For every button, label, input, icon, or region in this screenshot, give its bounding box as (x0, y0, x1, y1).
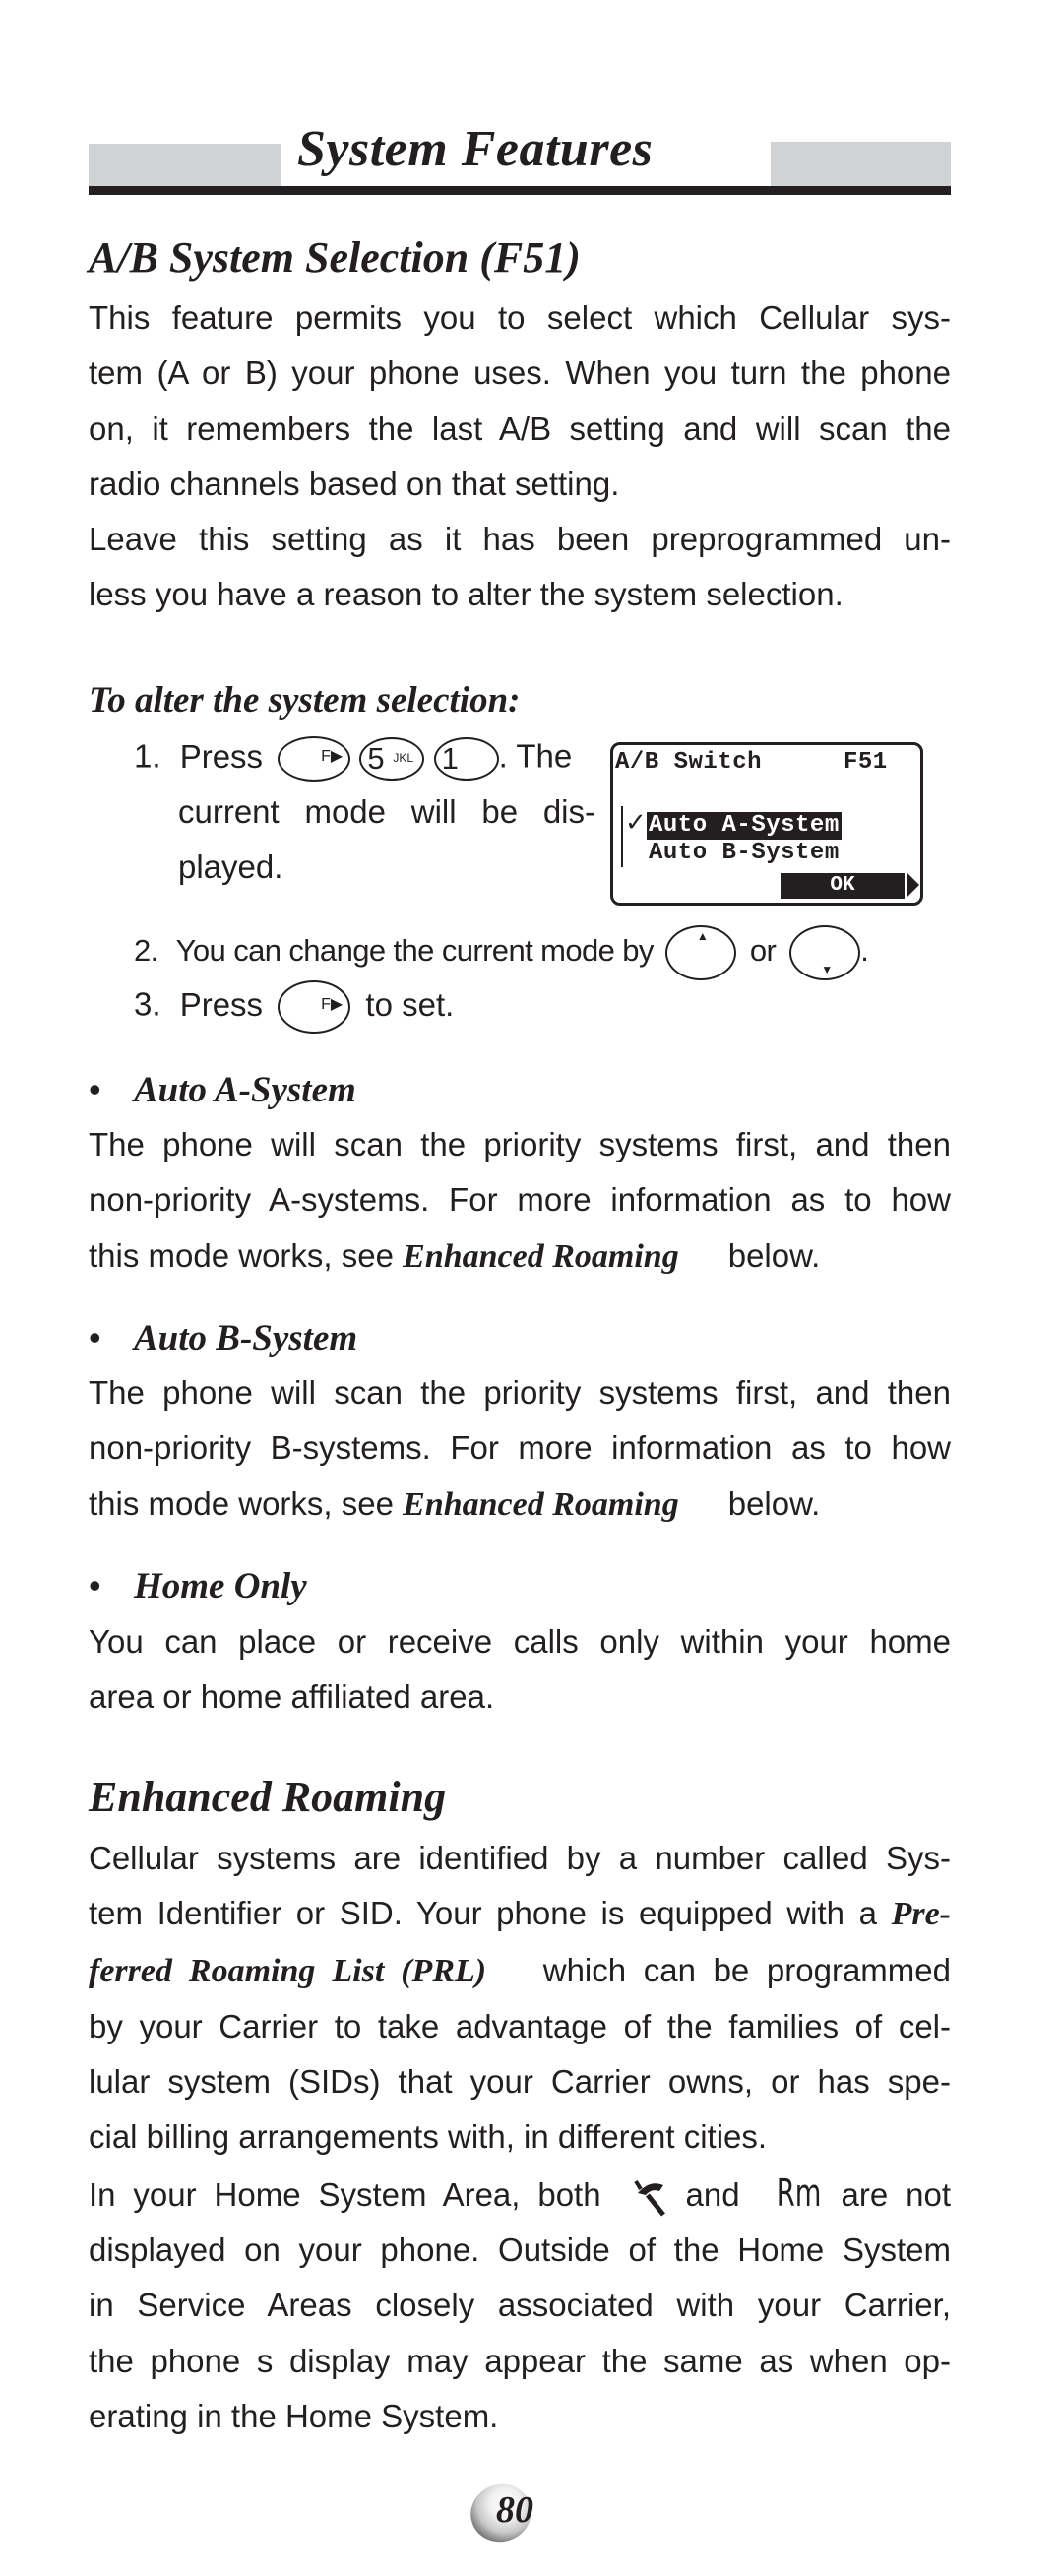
right-arrow-icon (907, 873, 919, 897)
paragraph-line: the phone s display may appear the same … (89, 2342, 951, 2379)
ab-selection-heading: A/B System Selection (F51) (89, 233, 581, 282)
enhanced-roaming-reference: Enhanced Roaming (403, 1485, 679, 1523)
5-key-icon: 5 JKL (359, 737, 425, 781)
display-title: A/B Switch F51 (615, 749, 888, 776)
description-line: this mode works, see Enhanced Roaming bel… (89, 1236, 821, 1275)
roaming-rm-icon: Rm (777, 2170, 822, 2215)
step-2: 2. You can change the current mode by ▲ … (134, 925, 869, 980)
function-key-icon: F▶ (278, 980, 351, 1034)
description-line: this mode works, see Enhanced Roaming bel… (89, 1484, 821, 1523)
enhanced-roaming-paragraph: Cellular systems are identified by a num… (89, 1831, 951, 2444)
paragraph-line: erating in the Home System. (89, 2397, 499, 2434)
mode-auto-b-description: The phone will scan the priority systems… (89, 1365, 951, 1533)
description-line: You can place or receive calls only with… (89, 1623, 951, 1660)
paragraph-line: by your Carrier to take advantage of the… (89, 2007, 951, 2044)
display-ok-softkey: OK (781, 873, 905, 899)
step-number: 2. (134, 933, 158, 969)
up-navigation-key-icon: ▲ (664, 925, 736, 980)
step-3: 3. Press F▶ to set. (134, 980, 454, 1034)
step-text: to set. (365, 985, 455, 1023)
intro-line: less you have a reason to alter the syst… (89, 576, 844, 613)
paragraph-line: ferred Roaming List (PRL) which can be p… (89, 1951, 951, 1989)
function-key-icon: F▶ (278, 736, 351, 782)
description-line: The phone will scan the priority systems… (89, 1126, 951, 1162)
bullet-icon: • (89, 1565, 101, 1605)
mode-home-only-description: You can place or receive calls only with… (89, 1614, 951, 1726)
mode-auto-a-description: The phone will scan the priority systems… (89, 1117, 951, 1285)
roaming-phone-icon (634, 2180, 666, 2217)
section-header: System Features (89, 121, 951, 195)
step-press-label: Press (179, 737, 264, 775)
paragraph-line: Cellular systems are identified by a num… (89, 1840, 951, 1876)
bullet-icon: • (89, 1069, 101, 1109)
mode-auto-b: • Auto B-System (89, 1317, 357, 1359)
step-1-continuation: played. (178, 848, 283, 885)
paragraph-line: displayed on your phone. Outside of the … (89, 2231, 951, 2269)
intro-line: Leave this setting as it has been prepro… (89, 521, 951, 558)
step-press-label: Press (179, 985, 264, 1023)
ab-intro-paragraph: This feature permits you to select which… (89, 290, 951, 623)
header-gray-bar-left (89, 144, 281, 187)
step-number: 1. (134, 737, 161, 775)
paragraph-line: in Service Areas closely associated with… (89, 2287, 951, 2324)
prl-term: Pre- (891, 1896, 952, 1933)
description-line: non-priority A-systems. For more informa… (89, 1181, 951, 1219)
description-line: non-priority B-systems. For more informa… (89, 1429, 951, 1467)
step-text: . The (498, 737, 573, 775)
page-number: 80 (462, 2476, 540, 2550)
intro-line: This feature permits you to select which… (89, 299, 951, 336)
mode-home-only: • Home Only (89, 1565, 307, 1607)
description-line: area or home affiliated area. (89, 1678, 495, 1716)
mode-label: Auto A-System (134, 1070, 356, 1110)
mode-auto-a: • Auto A-System (89, 1069, 356, 1111)
step-1-continuation: current mode will be dis- (178, 793, 595, 830)
step-1: 1. Press F▶ 5 JKL 1. The (134, 736, 572, 782)
paragraph-line: cial billing arrangements with, in diffe… (89, 2118, 768, 2156)
enhanced-roaming-heading: Enhanced Roaming (89, 1773, 447, 1821)
step-text: . (860, 933, 869, 969)
step-number: 3. (134, 985, 161, 1023)
description-line: The phone will scan the priority systems… (89, 1374, 951, 1411)
1-key-icon: 1 (433, 737, 499, 781)
procedure-heading: To alter the system selection: (89, 680, 521, 721)
prl-term: ferred Roaming List (PRL) (89, 1952, 487, 1989)
intro-line: tem (A or B) your phone uses. When you t… (89, 354, 951, 392)
phone-display-illustration: A/B Switch F51 ✓ Auto A-System Auto B-Sys… (610, 742, 923, 906)
paragraph-line: tem Identifier or SID. Your phone is equ… (89, 1895, 952, 1933)
section-title: System Features (297, 121, 654, 177)
bullet-icon: • (89, 1317, 101, 1357)
display-scrollbar (621, 806, 623, 867)
paragraph-line: lular system (SIDs) that your Carrier ow… (89, 2063, 951, 2101)
intro-line: on, it remembers the last A/B setting an… (89, 409, 951, 447)
mode-label: Auto B-System (134, 1318, 358, 1358)
paragraph-line: In your Home System Area, both and Rm are… (89, 2166, 951, 2223)
display-option: Auto B-System (649, 840, 840, 866)
check-icon: ✓ (625, 808, 647, 838)
enhanced-roaming-reference: Enhanced Roaming (403, 1237, 679, 1275)
mode-label: Home Only (134, 1566, 307, 1606)
step-or-text: or (749, 933, 777, 969)
display-option-selected: Auto A-System (647, 812, 842, 840)
down-navigation-key-icon: ▼ (789, 925, 861, 980)
header-gray-bar-right (771, 142, 951, 187)
step-text: You can change the current mode by (175, 933, 655, 969)
header-rule (89, 186, 951, 195)
intro-line: radio channels based on that setting. (89, 465, 620, 502)
